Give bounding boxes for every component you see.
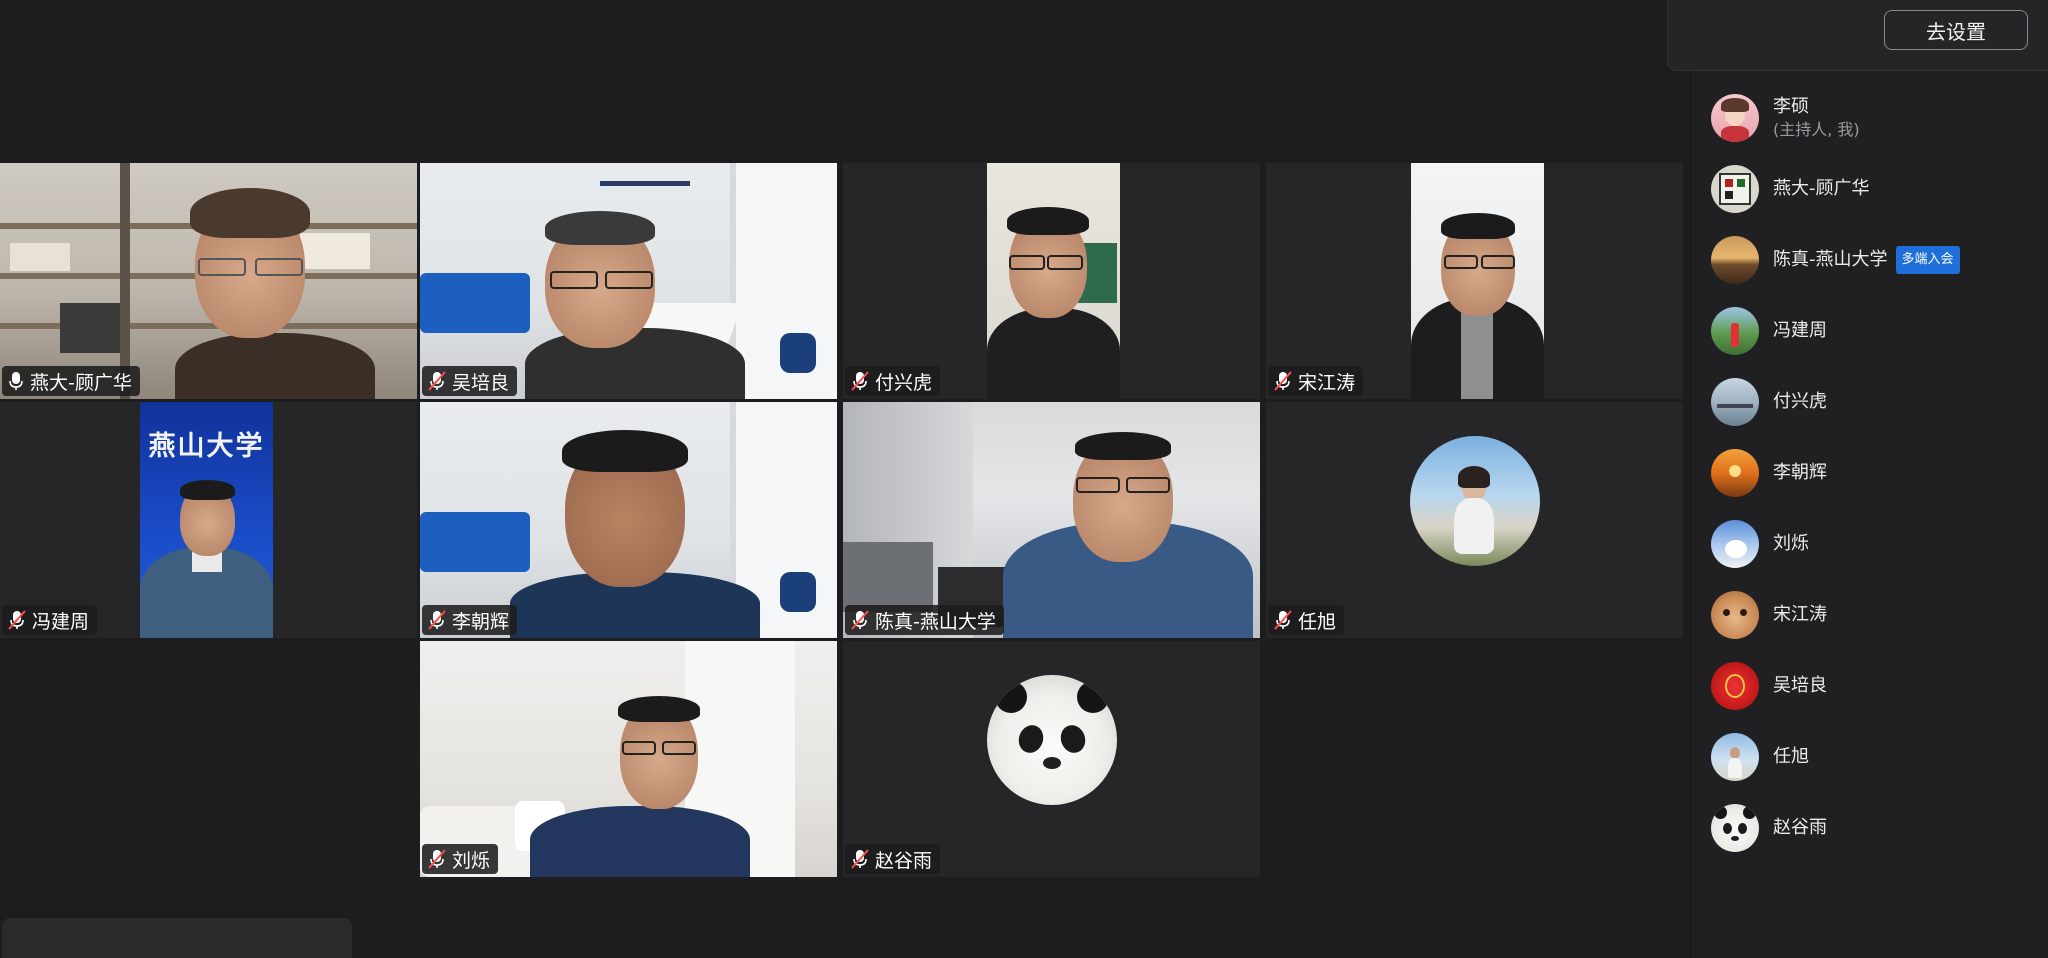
participant-item[interactable]: 刘烁: [1691, 508, 2048, 579]
toolbar-stub: [2, 918, 352, 958]
participant-name: 燕大-顾广华: [30, 371, 132, 394]
participant-name: 冯建周: [32, 610, 90, 633]
participant-item[interactable]: 陈真-燕山大学 多端入会: [1691, 224, 2048, 295]
video-tile[interactable]: 任旭: [1266, 402, 1683, 638]
participant-name-tag: 陈真-燕山大学: [845, 605, 1004, 635]
participant-list: 李硕 (主持人, 我) 燕大-顾广华 陈真-燕山大学 多端入会 冯建周 付兴虎 …: [1691, 82, 2048, 863]
participant-item[interactable]: 付兴虎: [1691, 366, 2048, 437]
participant-name: 李朝辉: [1773, 461, 1827, 483]
muted-mic-icon: [8, 610, 26, 630]
participant-name: 吴培良: [452, 371, 510, 394]
avatar: [1711, 448, 1759, 497]
banner-text: 燕山大学: [148, 431, 265, 462]
video-tile[interactable]: 吴培良: [420, 163, 837, 399]
participant-name: 宋江涛: [1773, 603, 1827, 625]
video-feed: 燕山大学: [140, 402, 273, 638]
participant-name: 付兴虎: [1773, 390, 1827, 412]
avatar: [1711, 519, 1759, 568]
participant-item[interactable]: 李朝辉: [1691, 437, 2048, 508]
participant-role: (主持人, 我): [1773, 119, 1860, 139]
video-tile[interactable]: 赵谷雨: [843, 641, 1260, 877]
multi-device-badge: 多端入会: [1895, 245, 1960, 274]
video-tile[interactable]: 李朝辉: [420, 402, 837, 638]
muted-mic-icon: [1274, 610, 1292, 630]
participant-name: 陈真-燕山大学: [1773, 248, 1888, 270]
participant-name: 宋江涛: [1298, 371, 1356, 394]
video-feed: [843, 402, 1260, 638]
muted-mic-icon: [428, 371, 446, 391]
avatar: [1409, 436, 1540, 566]
participant-name: 付兴虎: [875, 371, 933, 394]
participants-panel: 去设置 李硕 (主持人, 我) 燕大-顾广华 陈真-燕山大学 多端入会 冯建周 …: [1667, 0, 2048, 958]
video-tile[interactable]: 付兴虎: [843, 163, 1260, 399]
participant-item[interactable]: 赵谷雨: [1691, 792, 2048, 863]
avatar: [1711, 235, 1759, 284]
participant-name-tag: 赵谷雨: [845, 844, 941, 874]
avatar: [1711, 306, 1759, 355]
participant-name-tag: 宋江涛: [1268, 366, 1364, 396]
participant-name: 李朝辉: [452, 610, 510, 633]
participant-name: 冯建周: [1773, 319, 1827, 341]
avatar: [1711, 590, 1759, 639]
participant-name: 刘烁: [1773, 532, 1809, 554]
video-tile[interactable]: 燕大-顾广华: [0, 163, 417, 399]
muted-mic-icon: [851, 849, 869, 869]
video-tile[interactable]: 陈真-燕山大学: [843, 402, 1260, 638]
notice-bar: 去设置: [1667, 0, 2048, 71]
video-feed: [0, 163, 417, 399]
video-feed: [987, 163, 1120, 399]
muted-mic-icon: [851, 610, 869, 630]
participant-name-tag: 吴培良: [422, 366, 518, 396]
muted-mic-icon: [851, 371, 869, 391]
panda-avatar: [986, 675, 1117, 805]
video-tile[interactable]: 燕山大学 冯建周: [0, 402, 417, 638]
video-feed: [420, 641, 837, 877]
participant-name-tag: 付兴虎: [845, 366, 941, 396]
go-settings-button[interactable]: 去设置: [1884, 10, 2028, 50]
participant-item[interactable]: 宋江涛: [1691, 579, 2048, 650]
participant-name: 任旭: [1298, 610, 1337, 633]
participant-item[interactable]: 冯建周: [1691, 295, 2048, 366]
participant-name: 任旭: [1773, 745, 1809, 767]
participant-item[interactable]: 李硕 (主持人, 我): [1691, 82, 2048, 153]
participant-item[interactable]: 燕大-顾广华: [1691, 153, 2048, 224]
muted-mic-icon: [428, 849, 446, 869]
video-feed: [1411, 163, 1544, 399]
participant-item[interactable]: 吴培良: [1691, 650, 2048, 721]
participant-name-tag: 燕大-顾广华: [2, 366, 140, 396]
video-tile[interactable]: 宋江涛: [1266, 163, 1683, 399]
participant-name-tag: 刘烁: [422, 844, 499, 874]
video-feed: [420, 402, 837, 638]
participant-name: 李硕: [1773, 95, 1809, 117]
participant-name-tag: 李朝辉: [422, 605, 518, 635]
avatar: [1711, 93, 1759, 142]
participant-name-tag: 任旭: [1268, 605, 1345, 635]
participant-name: 赵谷雨: [875, 849, 933, 872]
avatar: [1711, 377, 1759, 426]
muted-mic-icon: [428, 610, 446, 630]
participant-name: 吴培良: [1773, 674, 1827, 696]
avatar: [1711, 661, 1759, 710]
video-grid: 燕大-顾广华 吴培良 付兴虎 宋江涛 燕山大学 冯建周 李朝辉 陈真-燕山大学 …: [0, 0, 1690, 958]
avatar: [1711, 732, 1759, 781]
video-feed: [420, 163, 837, 399]
participant-name: 陈真-燕山大学: [875, 610, 996, 633]
microphone-icon: [9, 372, 23, 390]
participant-item[interactable]: 任旭: [1691, 721, 2048, 792]
participant-name: 赵谷雨: [1773, 816, 1827, 838]
participant-name: 燕大-顾广华: [1773, 177, 1870, 199]
avatar: [1711, 164, 1759, 213]
participant-name: 刘烁: [452, 849, 491, 872]
panda-avatar: [1711, 803, 1759, 852]
muted-mic-icon: [1274, 371, 1292, 391]
video-tile[interactable]: 刘烁: [420, 641, 837, 877]
participant-name-tag: 冯建周: [2, 605, 98, 635]
